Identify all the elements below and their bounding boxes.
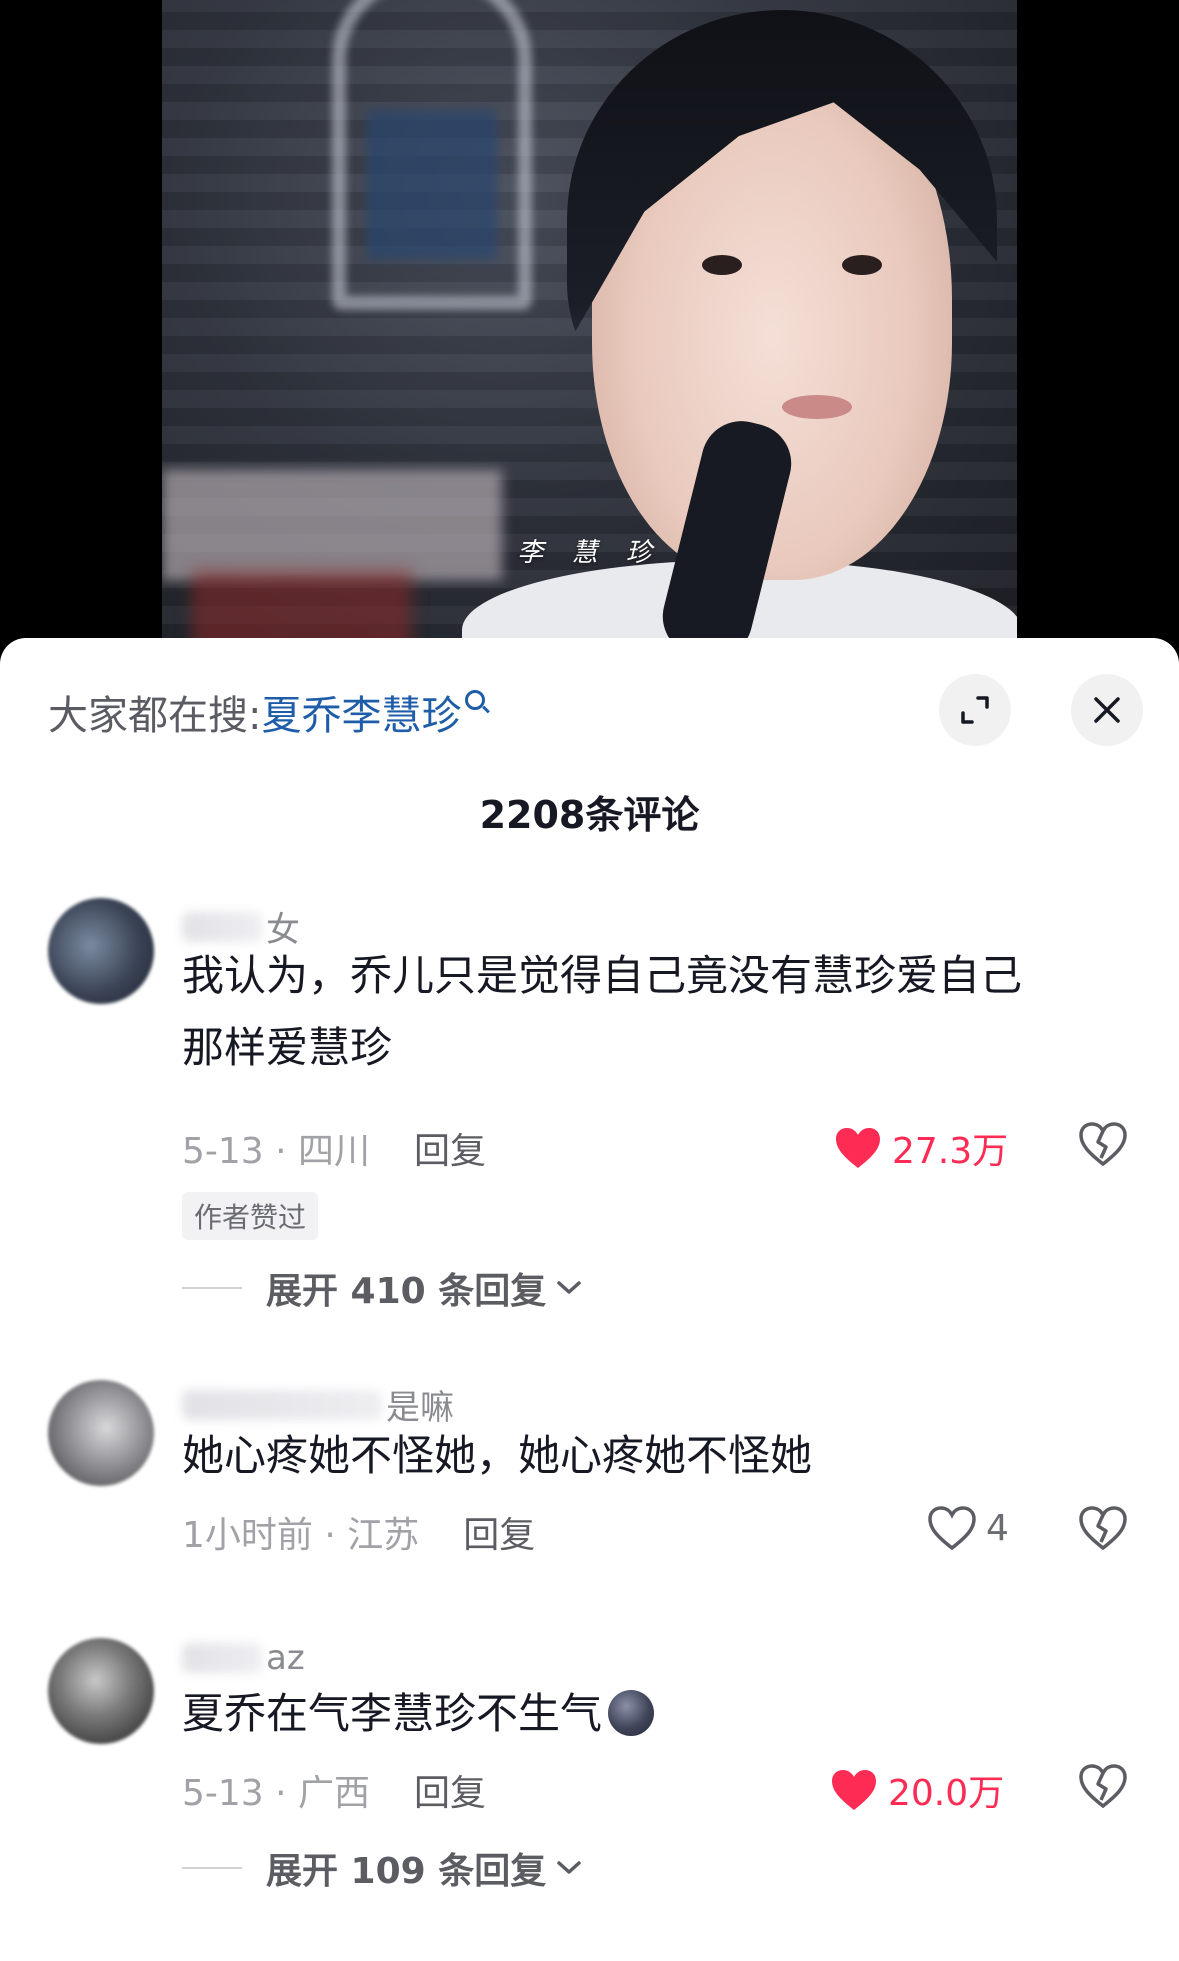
trending-search-link[interactable]: 夏乔李慧珍 [261, 683, 461, 741]
like-count: 4 [986, 1507, 1009, 1549]
chevron-down-icon [557, 1861, 581, 1874]
video-frame: 李 慧 珍 [162, 0, 1017, 660]
comment-time-location: 5-13 · 四川 [182, 1131, 371, 1172]
comment-text-line: 她心疼她不怪她，她心疼她不怪她 [182, 1431, 813, 1480]
like-button[interactable]: 4 [928, 1506, 1009, 1550]
like-button[interactable]: 27.3万 [834, 1122, 1008, 1174]
divider-line [182, 1867, 242, 1869]
dislike-button[interactable] [1079, 1506, 1127, 1554]
dislike-button[interactable] [1079, 1122, 1127, 1170]
expand-replies-button[interactable]: 展开 109 条回复 [182, 1842, 582, 1894]
person-lips [782, 395, 852, 419]
divider-line [182, 1287, 242, 1289]
comment-meta: 1小时前 · 江苏 回复 [182, 1506, 535, 1558]
expand-replies-label: 展开 410 条回复 [266, 1271, 547, 1312]
comment-text-line: 那样爱慧珍 [182, 1023, 393, 1072]
username-visible: az [266, 1638, 305, 1678]
comment-meta: 5-13 · 广西 回复 [182, 1764, 486, 1816]
dislike-button[interactable] [1079, 1764, 1127, 1812]
close-button[interactable] [1071, 674, 1143, 746]
video-subtitle: 李 慧 珍 [517, 538, 662, 568]
heart-icon [832, 1770, 876, 1810]
comment-username[interactable]: az [182, 1638, 305, 1678]
comment-count-title: 2208条评论 [479, 793, 700, 837]
expand-icon [961, 696, 989, 724]
chevron-down-icon [557, 1281, 581, 1294]
trending-search[interactable]: 大家都在搜: 夏乔李慧珍 [48, 683, 486, 741]
person-eye-left [702, 255, 742, 275]
comment-text[interactable]: 夏乔在气李慧珍不生气 [182, 1678, 1102, 1750]
heart-icon [928, 1506, 976, 1550]
username-blurred [182, 1389, 382, 1420]
like-button[interactable]: 20.0万 [830, 1764, 1004, 1816]
moon-face-emoji [608, 1689, 655, 1736]
person-eye-right [842, 255, 882, 275]
video-player[interactable]: 李 慧 珍 [0, 0, 1179, 660]
comment-text-line: 我认为，乔儿只是觉得自己竟没有慧珍爱自己 [182, 951, 1023, 1000]
broken-heart-icon [1079, 1764, 1127, 1809]
close-icon [1094, 697, 1120, 723]
reply-button[interactable]: 回复 [414, 1764, 486, 1816]
avatar[interactable] [48, 1380, 154, 1486]
author-liked-badge: 作者赞过 [182, 1192, 319, 1240]
comment-time-location: 5-13 · 广西 [182, 1773, 371, 1814]
avatar[interactable] [48, 898, 154, 1004]
comment-time-location: 1小时前 · 江苏 [182, 1515, 420, 1556]
reply-button[interactable]: 回复 [463, 1506, 535, 1558]
trending-search-prefix: 大家都在搜: [48, 693, 262, 739]
broken-heart-icon [1079, 1506, 1127, 1551]
comment-text[interactable]: 她心疼她不怪她，她心疼她不怪她 [182, 1420, 1102, 1492]
expand-replies-button[interactable]: 展开 410 条回复 [182, 1262, 582, 1314]
reply-button[interactable]: 回复 [414, 1122, 486, 1174]
expand-replies-label: 展开 109 条回复 [266, 1851, 547, 1892]
expand-button[interactable] [939, 674, 1011, 746]
broken-heart-icon [1079, 1122, 1127, 1167]
heart-icon [836, 1128, 880, 1168]
username-blurred [182, 1643, 262, 1673]
avatar[interactable] [48, 1638, 154, 1744]
birdcage-decor-inner [367, 110, 497, 260]
search-icon [465, 690, 486, 710]
username-blurred [182, 911, 262, 942]
like-count: 20.0万 [888, 1773, 1005, 1814]
comment-sheet: 大家都在搜: 夏乔李慧珍 2208条评论 女 我认为，乔儿只是觉得自己竟没有慧珍… [0, 638, 1179, 1961]
comment-text[interactable]: 我认为，乔儿只是觉得自己竟没有慧珍爱自己 那样爱慧珍 [182, 940, 1102, 1084]
comment-text-line: 夏乔在气李慧珍不生气 [182, 1678, 1102, 1750]
comment-meta: 5-13 · 四川 回复 [182, 1122, 486, 1174]
comment-text-content: 夏乔在气李慧珍不生气 [182, 1689, 603, 1738]
like-count: 27.3万 [892, 1131, 1009, 1172]
